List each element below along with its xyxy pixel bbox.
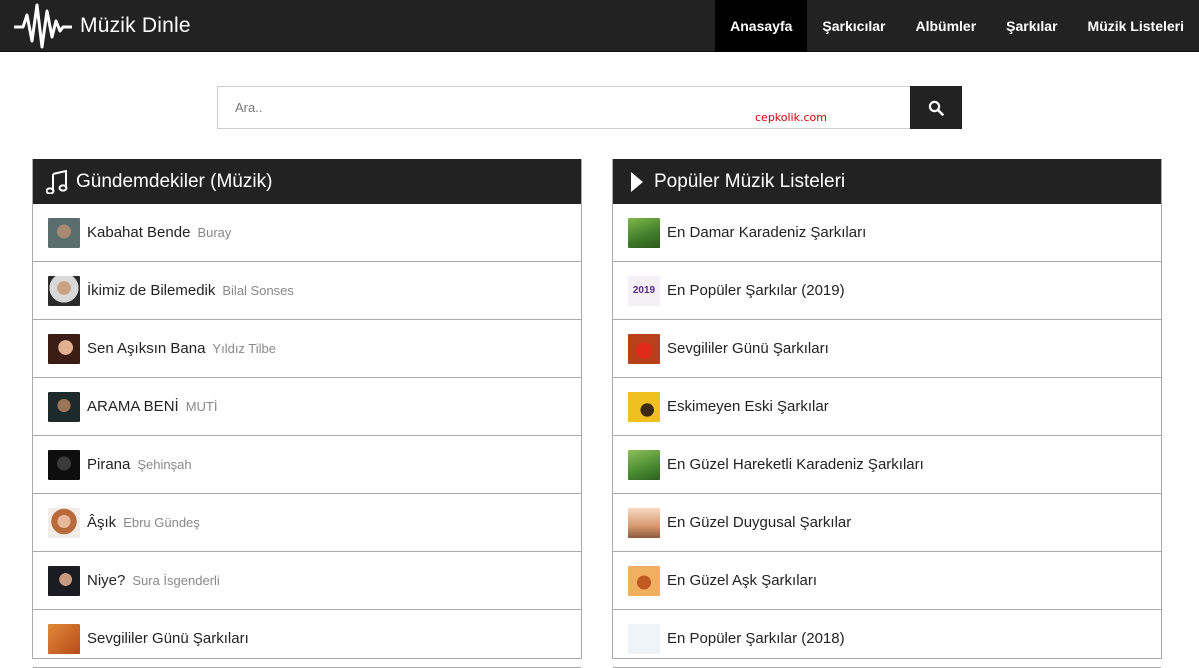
trending-panel: Gündemdekiler (Müzik) Kabahat Bende Bura… [32, 159, 582, 668]
song-title: Âşık [87, 514, 117, 531]
playlist-title: Eskimeyen Eski Şarkılar [667, 398, 829, 415]
search-button[interactable] [910, 86, 962, 129]
brand-logo-link[interactable]: Müzik Dinle [14, 0, 191, 52]
artist-name: MUTİ [185, 399, 218, 414]
playlist-item[interactable]: En Damar Karadeniz Şarkıları [613, 204, 1161, 262]
artist-thumbnail [48, 391, 80, 422]
nav-singers[interactable]: Şarkıcılar [807, 0, 900, 52]
playlist-item[interactable]: En Güzel Duygusal Şarkılar [613, 494, 1161, 552]
song-title: Niye? [87, 572, 126, 589]
playlist-title: En Popüler Şarkılar (2019) [667, 282, 845, 299]
trending-item[interactable]: İkimiz de Bilemedik Bilal Sonses [33, 262, 581, 320]
playlist-thumbnail [628, 507, 660, 538]
song-title: Sevgililer Günü Şarkıları [87, 630, 249, 647]
playlist-thumbnail [628, 217, 660, 248]
trending-item[interactable]: Pirana Şehinşah [33, 436, 581, 494]
playlist-thumbnail: 2019 [628, 275, 660, 306]
artist-thumbnail [48, 623, 80, 654]
song-title: Kabahat Bende [87, 224, 191, 241]
song-title: Sen Aşıksın Bana [87, 340, 206, 357]
artist-name: Ebru Gündeş [123, 515, 200, 530]
playlists-header: Popüler Müzik Listeleri [613, 159, 1161, 204]
playlist-title: En Popüler Şarkılar (2018) [667, 630, 845, 647]
playlist-title: Sevgililer Günü Şarkıları [667, 340, 829, 357]
trending-item[interactable]: Âşık Ebru Gündeş [33, 494, 581, 552]
artist-name: Buray [197, 225, 232, 240]
playlist-item[interactable]: Eskimeyen Eski Şarkılar [613, 378, 1161, 436]
artist-name: Yıldız Tilbe [212, 341, 277, 356]
trending-item[interactable]: Sen Aşıksın Bana Yıldız Tilbe [33, 320, 581, 378]
trending-item[interactable]: ARAMA BENİ MUTİ [33, 378, 581, 436]
search-icon [928, 100, 944, 116]
nav-playlists[interactable]: Müzik Listeleri [1073, 0, 1199, 52]
playlist-thumbnail [628, 565, 660, 596]
song-title: İkimiz de Bilemedik [87, 282, 216, 299]
playlist-title: En Güzel Hareketli Karadeniz Şarkıları [667, 456, 924, 473]
artist-name: Bilal Sonses [222, 283, 294, 298]
trending-title: Gündemdekiler (Müzik) [76, 170, 273, 192]
artist-thumbnail [48, 333, 80, 364]
artist-thumbnail [48, 507, 80, 538]
playlists-panel: Popüler Müzik Listeleri En Damar Karaden… [612, 159, 1162, 668]
music-note-icon [46, 169, 68, 194]
artist-thumbnail [48, 449, 80, 480]
nav-albums[interactable]: Albümler [900, 0, 991, 52]
soundwave-icon [14, 3, 72, 49]
artist-thumbnail [48, 217, 80, 248]
top-navbar: Müzik Dinle Anasayfa Şarkıcılar Albümler… [0, 0, 1199, 52]
artist-thumbnail [48, 275, 80, 306]
main-nav: Anasayfa Şarkıcılar Albümler Şarkılar Mü… [715, 0, 1199, 52]
artist-name: Sura İsgenderli [132, 573, 220, 588]
trending-header: Gündemdekiler (Müzik) [33, 159, 581, 204]
playlist-thumbnail [628, 449, 660, 480]
brand-name: Müzik Dinle [80, 14, 191, 37]
playlist-item[interactable]: En Güzel Hareketli Karadeniz Şarkıları [613, 436, 1161, 494]
artist-thumbnail [48, 565, 80, 596]
play-icon [626, 170, 646, 194]
trending-item[interactable]: Sevgililer Günü Şarkıları [33, 610, 581, 668]
playlist-thumbnail [628, 391, 660, 422]
song-title: ARAMA BENİ [87, 398, 179, 415]
playlists-title: Popüler Müzik Listeleri [654, 170, 846, 192]
playlist-title: En Güzel Aşk Şarkıları [667, 572, 818, 589]
nav-songs[interactable]: Şarkılar [991, 0, 1072, 52]
playlist-item[interactable]: En Güzel Aşk Şarkıları [613, 552, 1161, 610]
song-title: Pirana [87, 456, 131, 473]
search-bar [217, 86, 962, 129]
playlist-title: En Güzel Duygusal Şarkılar [667, 514, 852, 531]
trending-item[interactable]: Niye? Sura İsgenderli [33, 552, 581, 610]
watermark-text: cepkolik.com [755, 111, 827, 124]
playlist-thumbnail [628, 333, 660, 364]
playlist-item[interactable]: Sevgililer Günü Şarkıları [613, 320, 1161, 378]
trending-item[interactable]: Kabahat Bende Buray [33, 204, 581, 262]
playlist-thumbnail [628, 623, 660, 654]
playlist-item[interactable]: En Popüler Şarkılar (2018) [613, 610, 1161, 668]
playlist-item[interactable]: 2019 En Popüler Şarkılar (2019) [613, 262, 1161, 320]
artist-name: Şehinşah [137, 457, 192, 472]
nav-home[interactable]: Anasayfa [715, 0, 808, 52]
playlist-title: En Damar Karadeniz Şarkıları [667, 224, 867, 241]
